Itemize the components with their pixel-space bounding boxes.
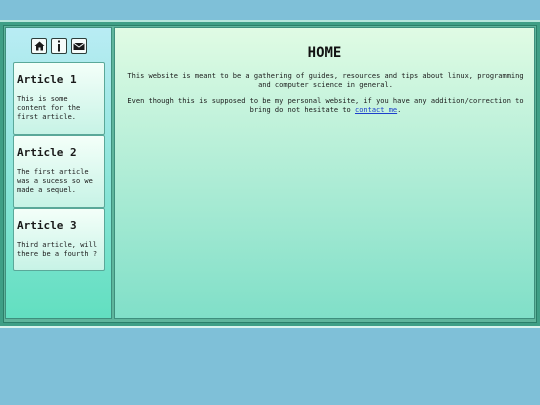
article-card[interactable]: Article 2 The first article was a sucess…: [13, 135, 105, 208]
mail-button[interactable]: [71, 38, 87, 54]
info-button[interactable]: [51, 38, 67, 54]
article-title[interactable]: Article 2: [17, 146, 101, 159]
sidebar: Article 1 This is some content for the f…: [5, 27, 112, 319]
home-icon: [34, 41, 44, 51]
article-excerpt: The first article was a sucess so we mad…: [17, 168, 93, 194]
article-title[interactable]: Article 3: [17, 219, 101, 232]
article-excerpt: This is some content for the first artic…: [17, 95, 81, 121]
page-title: HOME: [307, 45, 342, 61]
contact-suffix: .: [397, 106, 402, 114]
article-card[interactable]: Article 3 Third article, will there be a…: [13, 208, 105, 271]
mail-icon: [73, 42, 85, 50]
nav-icons: [31, 38, 87, 54]
intro-paragraph: This website is meant to be a gathering …: [127, 72, 524, 89]
main-content: HOME This website is meant to be a gathe…: [114, 27, 535, 319]
home-button[interactable]: [31, 38, 47, 54]
article-excerpt: Third article, will there be a fourth ?: [17, 241, 98, 258]
page-top-band: [0, 0, 540, 20]
contact-paragraph: Even though this is supposed to be my pe…: [121, 97, 530, 115]
contact-text: Even though this is supposed to be my pe…: [127, 97, 524, 114]
article-card[interactable]: Article 1 This is some content for the f…: [13, 62, 105, 135]
article-title[interactable]: Article 1: [17, 73, 101, 86]
info-icon: [58, 40, 60, 52]
contact-link[interactable]: contact me: [355, 106, 397, 114]
